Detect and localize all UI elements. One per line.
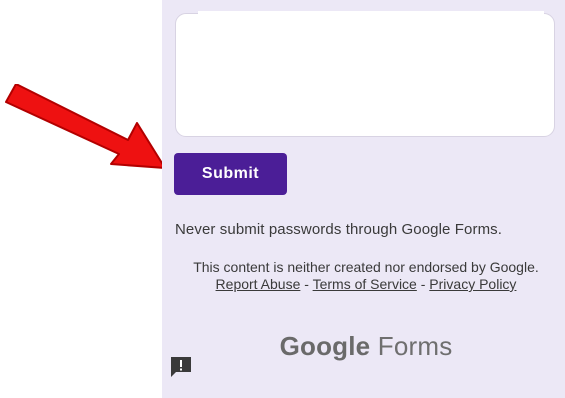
- report-abuse-link[interactable]: Report Abuse: [216, 276, 301, 292]
- terms-of-service-link[interactable]: Terms of Service: [313, 276, 417, 292]
- link-separator: -: [416, 276, 430, 292]
- answer-textarea[interactable]: [175, 11, 555, 137]
- brand-google: Google: [279, 331, 371, 361]
- google-forms-logo[interactable]: Google Forms: [176, 331, 556, 362]
- textarea-top-edge: [198, 11, 544, 15]
- privacy-policy-link[interactable]: Privacy Policy: [429, 276, 516, 292]
- disclaimer: This content is neither created nor endo…: [176, 259, 556, 293]
- link-separator: -: [300, 276, 313, 292]
- feedback-icon[interactable]: [169, 355, 193, 379]
- password-warning: Never submit passwords through Google Fo…: [175, 221, 503, 238]
- disclaimer-text: This content is neither created nor endo…: [193, 259, 539, 275]
- page: Submit Never submit passwords through Go…: [0, 0, 565, 398]
- arrow-icon: [5, 84, 166, 169]
- brand-forms: Forms: [370, 331, 453, 361]
- submit-button[interactable]: Submit: [174, 153, 287, 195]
